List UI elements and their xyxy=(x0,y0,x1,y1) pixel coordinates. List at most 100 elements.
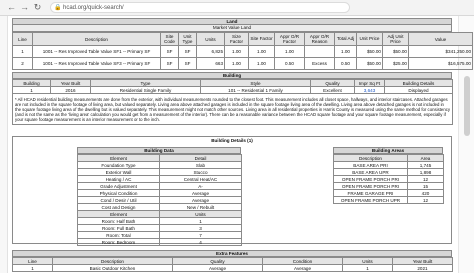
browser-toolbar: ← → ↻ 🔒 hcad.org/quick-search/ xyxy=(0,0,474,16)
area-value-cell: 1,745 xyxy=(407,161,444,169)
building-data-table: Element Detail Foundation Type Slab Exter… xyxy=(77,154,242,246)
area-description-cell: BASE AREA UPR xyxy=(333,168,408,176)
table-row: Heating / AC Central Heat/AC xyxy=(77,175,242,183)
building-units-header-row: Element Units xyxy=(77,210,242,218)
back-arrow-icon[interactable]: ← xyxy=(6,2,17,13)
land-cell: $50.00 xyxy=(356,57,383,70)
element-cell: Room: Total xyxy=(77,231,160,239)
detail-cell: Average xyxy=(159,189,242,197)
land-cell: 1.00 xyxy=(334,45,357,58)
land-cell: 1.00 xyxy=(224,57,249,70)
table-row: Exterior Wall Stucco xyxy=(77,168,242,176)
impr-sqft-link[interactable]: 3,643 xyxy=(354,86,385,94)
units-cell: 7 xyxy=(159,231,242,239)
address-bar[interactable]: 🔒 hcad.org/quick-search/ xyxy=(50,2,350,13)
area-description-cell: OPEN FRAME PORCH PRI xyxy=(333,182,408,190)
table-row: Room: Full Bath 3 xyxy=(77,224,242,232)
building-data-title: Building Data xyxy=(77,147,241,154)
building-section: Building Building Year Built Type Style … xyxy=(12,72,453,125)
building-cell: Residential Single Family xyxy=(90,86,201,94)
land-cell: 1001 -- Res Improved Table Value SF3 -- … xyxy=(32,57,161,70)
area-description-cell: OPEN FRAME PORCH UPR xyxy=(333,196,408,204)
building-header: Style xyxy=(200,79,311,87)
land-cell: 1.00 xyxy=(248,57,275,70)
building-header: Impr Sq Ft xyxy=(354,79,385,87)
land-cell: 1.00 xyxy=(248,45,275,58)
building-areas-header: Description xyxy=(333,154,408,162)
element-cell: Room: Bedroom xyxy=(77,238,160,246)
land-cell: SF xyxy=(160,45,179,58)
building-areas-panel: Building Areas Description Area BASE ARE… xyxy=(333,147,444,204)
element-cell: Room: Full Bath xyxy=(77,224,160,232)
element-cell: Foundation Type xyxy=(77,161,160,169)
extra-header: Condition xyxy=(262,257,343,265)
extra-header: Units xyxy=(342,257,393,265)
building-cell: 101 -- Residential 1 Family xyxy=(200,86,311,94)
land-cell: 2 xyxy=(12,57,33,70)
table-row: Cond / Desir / Util Average xyxy=(77,196,242,204)
land-cell: $50.00 xyxy=(382,45,409,58)
area-value-cell: 420 xyxy=(407,189,444,197)
table-row: OPEN FRAME PORCH PRI 12 xyxy=(333,175,444,183)
detail-cell: Central Heat/AC xyxy=(159,175,242,183)
building-data-header-row: Element Detail xyxy=(77,154,242,162)
land-header-row: Line Description Site Code Unit Type Uni… xyxy=(12,32,473,46)
land-header: Total Adj xyxy=(334,32,357,46)
table-row: * All HCAD residential building measurem… xyxy=(12,93,453,125)
extra-features-title: Extra Features xyxy=(12,250,452,257)
area-value-cell: 15 xyxy=(407,182,444,190)
building-units-header: Units xyxy=(159,210,242,218)
table-row: OPEN FRAME PORCH UPR 12 xyxy=(333,196,444,204)
building-areas-header-row: Description Area xyxy=(333,154,444,162)
land-cell: SF xyxy=(178,45,197,58)
left-sidebar-strip xyxy=(0,16,8,273)
table-row: 1 1001 -- Res Improved Table Value SF1 -… xyxy=(12,45,473,58)
land-header: Appr O/R Reason xyxy=(304,32,335,46)
land-cell: 0.50 xyxy=(334,57,357,70)
land-header: Value xyxy=(408,32,473,46)
building-data-panel: Building Data Element Detail Foundation … xyxy=(77,147,242,246)
table-row: Cost and Design New / Rebuilt xyxy=(77,203,242,211)
reload-icon[interactable]: ↻ xyxy=(32,2,43,13)
units-cell: 3 xyxy=(159,224,242,232)
detail-cell: A- xyxy=(159,182,242,190)
area-value-cell: 1,898 xyxy=(407,168,444,176)
land-cell: Excess xyxy=(304,57,335,70)
element-cell: Grade Adjustment xyxy=(77,182,160,190)
land-header: Site Factor xyxy=(248,32,275,46)
scrollbar-thumb[interactable] xyxy=(464,76,470,136)
extra-header: Description xyxy=(52,257,173,265)
land-cell: 1001 -- Res Improved Table Value SF1 -- … xyxy=(32,45,161,58)
land-cell: $16,575.00 xyxy=(408,57,473,70)
building-header: Year Built xyxy=(50,79,91,87)
table-row: Physical Condition Average xyxy=(77,189,242,197)
building-header-row: Building Year Built Type Style Quality I… xyxy=(12,79,453,87)
detail-cell: Average xyxy=(159,196,242,204)
land-header: Appr O/R Factor xyxy=(274,32,305,46)
building-header: Building xyxy=(12,79,51,87)
extra-header: Quality xyxy=(172,257,263,265)
table-row: Room: Bedroom 4 xyxy=(77,238,242,246)
extra-header: Year Built xyxy=(392,257,453,265)
land-table: Line Description Site Code Unit Type Uni… xyxy=(12,32,473,70)
building-cell: 1 xyxy=(12,86,51,94)
extra-features-header-row: Line Description Quality Condition Units… xyxy=(12,257,453,265)
url-text: hcad.org/quick-search/ xyxy=(63,5,124,11)
land-header: Line xyxy=(12,32,33,46)
land-cell: SF xyxy=(178,57,197,70)
element-cell: Physical Condition xyxy=(77,189,160,197)
building-header: Type xyxy=(90,79,201,87)
land-cell: 1.00 xyxy=(224,45,249,58)
units-cell: 1 xyxy=(159,217,242,225)
extra-cell: 2021 xyxy=(392,264,453,272)
building-areas-title: Building Areas xyxy=(333,147,443,154)
extra-cell: Average xyxy=(262,264,343,272)
land-header: Units xyxy=(196,32,225,46)
lock-icon: 🔒 xyxy=(54,5,62,11)
forward-arrow-icon[interactable]: → xyxy=(19,2,30,13)
table-row: 1 Basic Outdoor Kitchen Average Average … xyxy=(12,264,453,272)
land-header: Adj Unit Price xyxy=(382,32,409,46)
land-header: Unit Type xyxy=(178,32,197,46)
land-cell: 1 xyxy=(12,45,33,58)
building-cell: 2016 xyxy=(50,86,91,94)
